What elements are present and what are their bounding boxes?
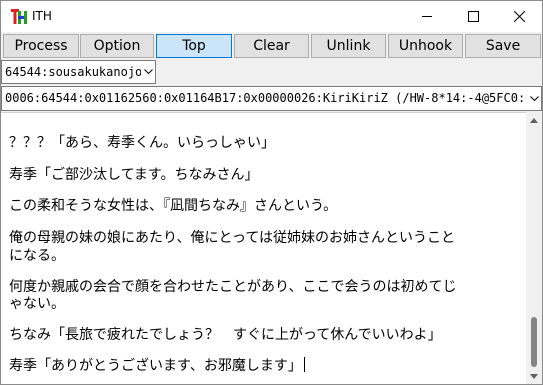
close-button[interactable] xyxy=(496,1,542,32)
maximize-icon xyxy=(467,11,479,22)
window-title: ITH xyxy=(32,9,52,23)
save-button[interactable]: Save xyxy=(465,34,541,58)
toolbar: Process Option Top Clear Unlink Unhook S… xyxy=(1,33,542,59)
top-button[interactable]: Top xyxy=(156,34,232,58)
text-line: になる。 xyxy=(9,248,65,264)
text-line-last: 寿季「ありがとうございます、お邪魔します」 xyxy=(9,355,305,375)
text-line: ちなみ「長旅で疲れたでしょう？ すぐに上がって休んでいいわよ」 xyxy=(9,327,442,343)
unhook-button[interactable]: Unhook xyxy=(388,34,463,58)
text-line: ゃない。 xyxy=(9,296,65,312)
scroll-down-arrow-icon[interactable] xyxy=(526,368,542,384)
text-line: 寿季「ご部沙汰してます。ちなみさん」 xyxy=(9,167,259,183)
text-output-area[interactable]: ？？？「あら、寿季くん。いらっしゃい」 寿季「ご部沙汰してます。ちなみさん」 こ… xyxy=(1,112,542,384)
clear-button[interactable]: Clear xyxy=(234,34,309,58)
ith-window: ITH Process Option Top Clear Unlink Unho… xyxy=(0,0,543,385)
process-button[interactable]: Process xyxy=(3,34,79,58)
minimize-button[interactable] xyxy=(404,1,450,32)
chevron-down-icon[interactable] xyxy=(141,61,155,83)
title-bar[interactable]: ITH xyxy=(1,1,542,32)
text-line: 寿季「ありがとうございます、お邪魔します」 xyxy=(9,358,302,374)
text-line: この柔和そうな女性は、『凪間ちなみ』さんという。 xyxy=(9,198,338,214)
text-line: 俺の母親の妹の娘にあたり、俺にとっては従姉妹のお姉さんということ xyxy=(9,230,456,246)
text-line: ？？？「あら、寿季くん。いらっしゃい」 xyxy=(9,135,275,151)
thread-select-value: 0006:64544:0x01162560:0x01164B17:0x00000… xyxy=(5,91,525,105)
scroll-up-arrow-icon[interactable] xyxy=(526,112,542,128)
scrollbar-thumb[interactable] xyxy=(531,317,537,367)
unlink-button[interactable]: Unlink xyxy=(311,34,386,58)
vertical-scrollbar[interactable] xyxy=(526,112,542,384)
minimize-icon xyxy=(421,16,432,17)
thread-select[interactable]: 0006:64544:0x01162560:0x01164B17:0x00000… xyxy=(1,86,542,111)
close-icon xyxy=(513,11,525,22)
ith-app-icon xyxy=(10,8,28,25)
process-select-value: 64544:sousakukanojo.exe xyxy=(5,65,156,79)
chevron-down-icon[interactable] xyxy=(527,87,541,110)
option-button[interactable]: Option xyxy=(80,34,154,58)
text-line: 何度か親戚の会合で顔を合わせたことがあり、ここで会うのは初めてじ xyxy=(9,279,457,295)
maximize-button[interactable] xyxy=(450,1,496,32)
process-select[interactable]: 64544:sousakukanojo.exe xyxy=(1,60,156,84)
text-caret xyxy=(303,357,305,372)
